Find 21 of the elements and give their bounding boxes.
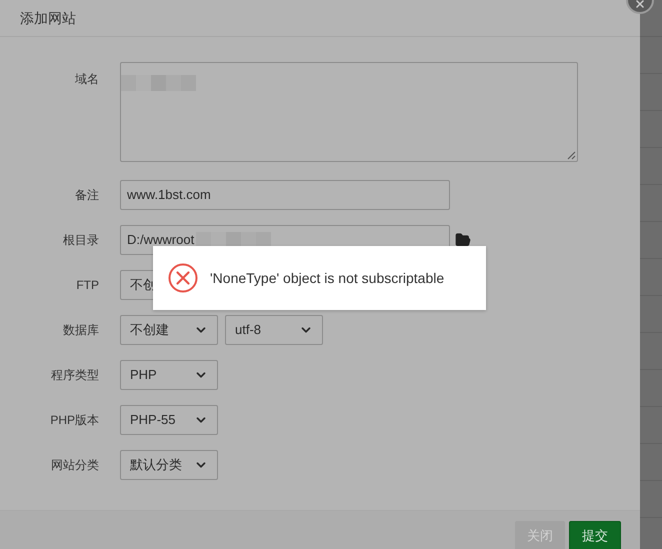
field-label: FTP <box>76 277 99 294</box>
textarea-field[interactable] <box>120 62 578 162</box>
text-input[interactable]: www.1bst.com <box>120 180 450 210</box>
error-message: 'NoneType' object is not subscriptable <box>210 268 444 288</box>
field-label: PHP版本 <box>50 412 99 429</box>
field-label: 备注 <box>75 187 99 204</box>
field-label: 数据库 <box>63 322 99 339</box>
error-icon <box>168 263 198 293</box>
submit-button[interactable]: 提交 <box>569 521 621 549</box>
field-label: 根目录 <box>63 232 99 249</box>
field-label: 程序类型 <box>51 367 99 384</box>
dropdown-select[interactable]: PHP-55 <box>120 405 218 435</box>
dropdown-select[interactable]: 默认分类 <box>120 450 218 480</box>
field-label: 网站分类 <box>51 457 99 474</box>
dialog-title: 添加网站 <box>20 8 76 28</box>
field-label: 域名 <box>75 71 99 88</box>
resize-handle-icon <box>567 151 576 160</box>
folder-icon[interactable] <box>455 232 471 248</box>
dropdown-select[interactable]: PHP <box>120 360 218 390</box>
dropdown-select[interactable]: 不创建 <box>120 315 218 345</box>
dropdown-select[interactable]: utf-8 <box>225 315 323 345</box>
